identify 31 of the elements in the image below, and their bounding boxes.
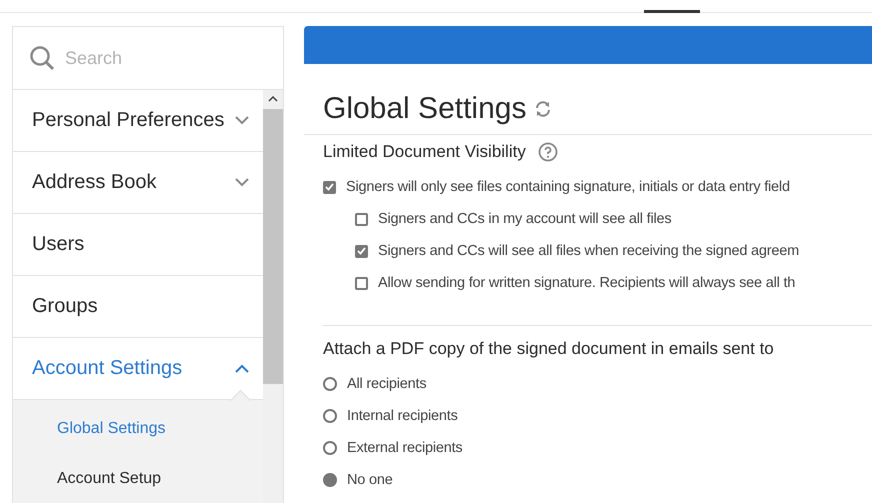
scroll-up-icon[interactable] — [268, 96, 278, 102]
radio-button[interactable] — [323, 473, 337, 487]
radio-button[interactable] — [323, 409, 337, 423]
option-label: Allow sending for written signature. Recipients will always see all th — [378, 275, 796, 291]
option-label: External recipients — [347, 440, 462, 456]
scroll-thumb[interactable] — [263, 109, 283, 384]
option-label: Signers will only see files containing signature, initials or data entry field — [346, 179, 790, 195]
active-tab-indicator — [644, 10, 700, 13]
option-label: No one — [347, 472, 393, 488]
radio-button[interactable] — [323, 377, 337, 391]
checkbox[interactable] — [355, 212, 368, 226]
section-heading: Limited Document Visibility — [323, 142, 526, 162]
scrollbar[interactable] — [263, 90, 283, 503]
section-heading: Attach a PDF copy of the signed document in emails sent to — [323, 339, 774, 359]
checkbox[interactable] — [355, 244, 368, 258]
checkbox[interactable] — [355, 276, 368, 290]
chevron-icon[interactable] — [235, 178, 249, 187]
radio-button[interactable] — [323, 441, 337, 455]
chevron-icon[interactable] — [235, 116, 249, 125]
page-title: Global Settings — [323, 92, 526, 126]
checkbox[interactable] — [323, 180, 336, 194]
search-icon — [29, 45, 55, 71]
option-label: Signers and CCs in my account will see all files — [378, 211, 672, 227]
option-label: All recipients — [347, 376, 426, 392]
refresh-icon[interactable] — [534, 100, 552, 118]
option-label: Internal recipients — [347, 408, 458, 424]
help-icon[interactable] — [538, 142, 558, 162]
nav-subitem[interactable]: Global Settings — [13, 404, 263, 454]
option-label: Signers and CCs will see all files when receiving the signed agreem — [378, 243, 800, 259]
chevron-icon[interactable] — [235, 364, 249, 373]
nav-subitem[interactable]: Account Setup — [13, 454, 263, 503]
